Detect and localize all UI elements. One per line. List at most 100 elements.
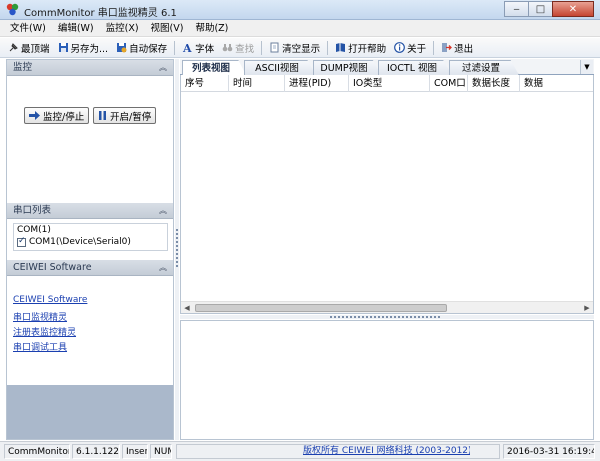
- app-logo-icon: [6, 3, 19, 16]
- about-label: 关于: [407, 43, 427, 55]
- menu-edit[interactable]: 编辑(W): [52, 20, 100, 37]
- left-panel-footer: [7, 385, 173, 439]
- status-datetime: 2016-03-31 16:19:49: [503, 444, 595, 459]
- detail-pane: [180, 320, 594, 440]
- splitter-grip[interactable]: [330, 316, 440, 318]
- maximize-button[interactable]: □: [528, 1, 553, 17]
- binoculars-icon: [222, 44, 233, 52]
- port-list-section-title: 串口列表: [13, 205, 52, 216]
- find-label: 查找: [235, 43, 255, 55]
- column-header-data-length[interactable]: 数据长度: [468, 75, 520, 92]
- minimize-button[interactable]: ‒: [504, 1, 529, 17]
- tab-filter-settings[interactable]: 过滤设置: [449, 60, 519, 75]
- horizontal-splitter[interactable]: [180, 315, 594, 319]
- toolbar-separator: [261, 40, 263, 55]
- help-book-icon: [336, 43, 346, 52]
- exit-label: 退出: [454, 43, 474, 55]
- clear-page-icon: [270, 42, 279, 53]
- column-header-index[interactable]: 序号: [181, 75, 229, 92]
- clear-display-button[interactable]: 清空显示: [265, 39, 324, 57]
- title-bar: CommMonitor 串口监视精灵 6.1 ‒ □ ✕: [0, 0, 600, 20]
- menu-help[interactable]: 帮助(Z): [189, 20, 234, 37]
- splitter-grip[interactable]: [176, 229, 178, 269]
- pin-top-button[interactable]: 最顶端: [4, 39, 54, 57]
- clear-display-label: 清空显示: [282, 43, 321, 55]
- tab-list-view[interactable]: 列表视图: [182, 60, 246, 75]
- monitor-stop-label: 监控/停止: [43, 111, 85, 123]
- status-app-name: CommMonitor6: [4, 444, 70, 459]
- port-item-com1[interactable]: COM1(\Device\Serial0): [17, 236, 131, 247]
- view-tabs: 列表视图 ASCII视图 DUMP视图 IOCTL 视图 过滤设置: [180, 59, 594, 75]
- start-pause-button[interactable]: 开启/暂停: [93, 107, 157, 124]
- start-pause-label: 开启/暂停: [110, 111, 152, 123]
- tab-dropdown-icon[interactable]: ▼: [580, 60, 593, 74]
- auto-save-icon: [117, 43, 127, 53]
- auto-save-button[interactable]: 自动保存: [112, 39, 171, 57]
- tab-ioctl-view[interactable]: IOCTL 视图: [378, 60, 452, 75]
- about-button[interactable]: 关于: [390, 39, 430, 57]
- link-serial-monitor[interactable]: 串口监视精灵: [13, 310, 67, 323]
- exit-door-icon: [442, 43, 453, 52]
- column-header-process[interactable]: 进程(PID): [285, 75, 349, 92]
- port-tree: COM(1) COM1(\Device\Serial0): [13, 223, 168, 251]
- ceiwei-section-header[interactable]: CEIWEI Software ︽: [7, 260, 173, 276]
- font-button[interactable]: A 字体: [178, 39, 218, 57]
- svg-text:A: A: [182, 42, 192, 53]
- tab-dump-view[interactable]: DUMP视图: [313, 60, 381, 75]
- scroll-left-icon[interactable]: ◀: [181, 302, 193, 314]
- link-ceiwei-software[interactable]: CEIWEI Software: [13, 295, 87, 305]
- toolbar-separator: [433, 40, 435, 55]
- link-registry-monitor[interactable]: 注册表监控精灵: [13, 325, 76, 338]
- scroll-right-icon[interactable]: ▶: [581, 302, 593, 314]
- window-title: CommMonitor 串口监视精灵 6.1: [24, 8, 177, 19]
- pin-top-label: 最顶端: [21, 43, 50, 55]
- packet-list-header: 序号 时间 进程(PID) IO类型 COM口 数据长度 数据: [181, 75, 593, 92]
- toolbar: 最顶端 另存为... 自动保存 A 字体 查找 清空显示 打开帮助 关于 退出: [0, 38, 600, 58]
- exit-button[interactable]: 退出: [437, 39, 477, 57]
- monitor-stop-button[interactable]: 监控/停止: [24, 107, 90, 124]
- column-header-io-type[interactable]: IO类型: [349, 75, 430, 92]
- font-icon: A: [182, 42, 192, 53]
- packet-list: 序号 时间 进程(PID) IO类型 COM口 数据长度 数据 ◀ ▶: [180, 75, 594, 314]
- collapse-icon[interactable]: ︽: [159, 260, 167, 276]
- column-header-data[interactable]: 数据: [520, 75, 593, 92]
- column-header-com-port[interactable]: COM口: [430, 75, 468, 92]
- menu-view[interactable]: 视图(V): [145, 20, 190, 37]
- font-label: 字体: [195, 43, 215, 55]
- status-bar: CommMonitor6 6.1.1.1227 Insert NUM 版权所有 …: [0, 441, 600, 461]
- ceiwei-section-title: CEIWEI Software: [13, 262, 92, 273]
- copyright-link[interactable]: 版权所有 CEIWEI 网络科技 (2003-2012): [300, 444, 470, 459]
- collapse-icon[interactable]: ︽: [159, 203, 167, 219]
- port-group-label: COM(1): [17, 225, 51, 235]
- horizontal-scrollbar[interactable]: ◀ ▶: [181, 301, 593, 313]
- save-as-button[interactable]: 另存为...: [54, 39, 113, 57]
- status-version: 6.1.1.1227: [72, 444, 120, 459]
- menu-monitor[interactable]: 监控(X): [100, 20, 145, 37]
- save-as-label: 另存为...: [70, 43, 109, 55]
- monitor-section-header[interactable]: 监控 ︽: [7, 60, 173, 76]
- monitor-section-title: 监控: [13, 62, 33, 73]
- port-item-label: COM1(\Device\Serial0): [29, 237, 131, 247]
- info-icon: [394, 42, 406, 53]
- tab-ascii-view[interactable]: ASCII视图: [244, 60, 316, 75]
- floppy-icon: [58, 43, 68, 52]
- collapse-icon[interactable]: ︽: [159, 60, 167, 76]
- open-help-button[interactable]: 打开帮助: [331, 39, 390, 57]
- find-button[interactable]: 查找: [218, 39, 258, 57]
- port-checkbox[interactable]: [17, 236, 26, 247]
- status-insert-mode: Insert: [122, 444, 148, 459]
- pause-icon: [99, 111, 106, 120]
- menu-bar: 文件(W) 编辑(W) 监控(X) 视图(V) 帮助(Z): [0, 20, 600, 37]
- toolbar-separator: [174, 40, 176, 55]
- vertical-splitter[interactable]: [175, 59, 179, 440]
- scrollbar-thumb[interactable]: [195, 304, 447, 312]
- pin-icon: [9, 43, 18, 52]
- left-panel: 监控 ︽ 监控/停止 开启/暂停 串口列表 ︽ COM(1) COM1(\Dev…: [6, 59, 174, 440]
- menu-file[interactable]: 文件(W): [4, 20, 52, 37]
- port-list-section-header[interactable]: 串口列表 ︽: [7, 203, 173, 219]
- column-header-time[interactable]: 时间: [229, 75, 285, 92]
- arrow-right-icon: [29, 111, 40, 120]
- link-serial-debug-tool[interactable]: 串口调试工具: [13, 340, 67, 353]
- close-button[interactable]: ✕: [552, 1, 594, 17]
- toolbar-separator: [327, 40, 329, 55]
